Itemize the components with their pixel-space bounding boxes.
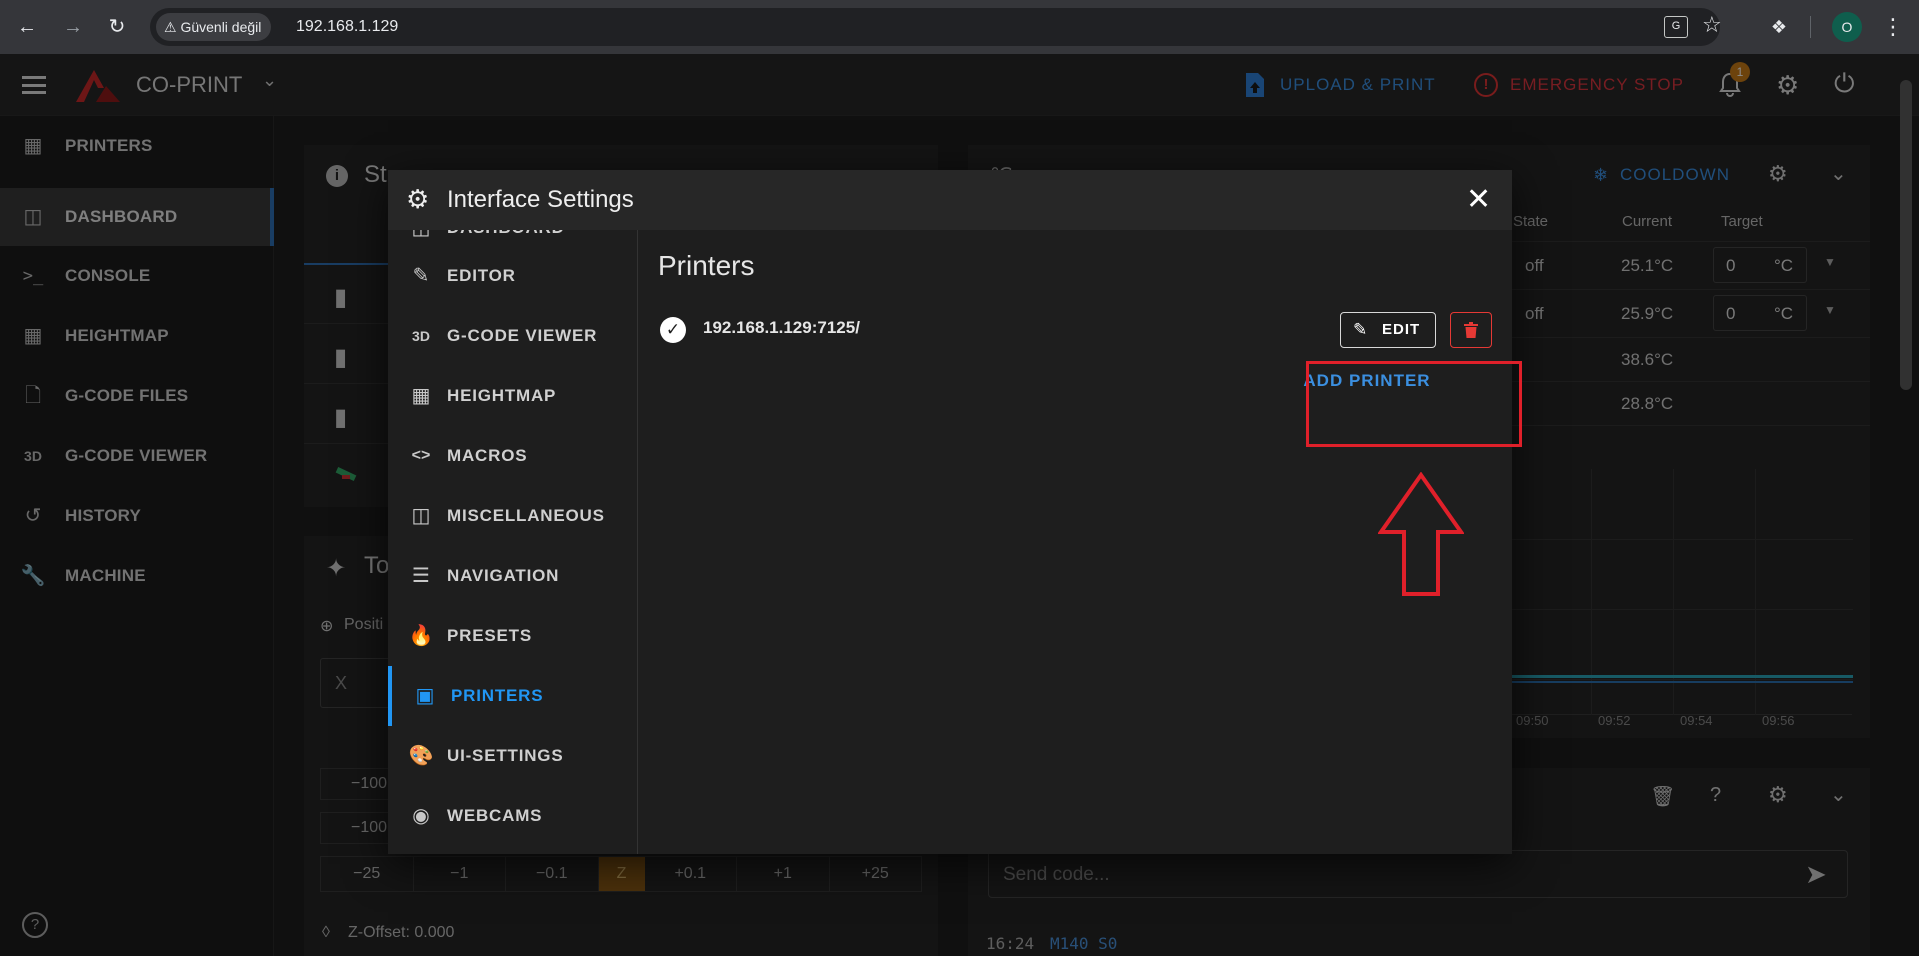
settings-nav-editor[interactable]: ✎ EDITOR	[388, 246, 637, 306]
settings-nav-label: UI-SETTINGS	[447, 746, 564, 765]
settings-nav-label: G-CODE VIEWER	[447, 326, 598, 345]
settings-nav-label: PRINTERS	[451, 686, 544, 705]
settings-nav-heightmap[interactable]: ▦ HEIGHTMAP	[388, 366, 637, 426]
settings-nav-presets[interactable]: 🔥 PRESETS	[388, 606, 637, 666]
grid-icon: ▦	[411, 385, 431, 407]
settings-cogs-icon: ⚙	[406, 184, 430, 214]
settings-nav-label: MISCELLANEOUS	[447, 506, 605, 525]
up-arrow-annotation-icon	[1378, 472, 1464, 596]
pencil-icon: ✎	[1353, 320, 1369, 339]
settings-nav-gcode-viewer[interactable]: 3D G-CODE VIEWER	[388, 306, 637, 366]
3d-icon: 3D	[412, 328, 430, 344]
printer-address[interactable]: 192.168.1.129:7125/	[703, 318, 860, 338]
address-bar[interactable]: ⚠ Güvenli değil 192.168.1.129 G ☆	[150, 8, 1722, 46]
code-icon: <>	[411, 447, 431, 464]
settings-nav-label: WEBCAMS	[447, 806, 543, 825]
settings-nav-macros[interactable]: <> MACROS	[388, 426, 637, 486]
interface-settings-dialog: ⚙ Interface Settings ✕ ◫ DASHBOARD ✎ EDI…	[388, 170, 1512, 854]
warning-icon: ⚠	[164, 19, 177, 35]
edit-printer-button[interactable]: ✎ EDIT	[1340, 312, 1436, 348]
edit-label: EDIT	[1382, 321, 1421, 338]
settings-nav: ◫ DASHBOARD ✎ EDITOR 3D G-CODE VIEWER ▦ …	[388, 230, 638, 854]
settings-nav-webcams[interactable]: ◉ WEBCAMS	[388, 786, 637, 846]
security-label: Güvenli değil	[180, 19, 262, 35]
security-chip[interactable]: ⚠ Güvenli değil	[156, 13, 272, 41]
reload-icon[interactable]: ↻	[102, 12, 132, 42]
section-title: Printers	[658, 250, 755, 281]
check-circle-icon: ✓	[660, 317, 686, 343]
url-text[interactable]: 192.168.1.129	[296, 8, 398, 46]
settings-nav-miscellaneous[interactable]: ◫ MISCELLANEOUS	[388, 486, 637, 546]
toolbar-divider	[1810, 16, 1811, 38]
settings-nav-printers[interactable]: ▣ PRINTERS	[388, 666, 637, 726]
browser-toolbar: ← → ↻ ⚠ Güvenli değil 192.168.1.129 G ☆ …	[0, 0, 1919, 54]
trash-icon	[1464, 322, 1478, 338]
profile-avatar[interactable]: O	[1832, 12, 1862, 42]
settings-nav-label: MACROS	[447, 446, 528, 465]
printer-icon: ▣	[415, 685, 435, 707]
highlight-box	[1306, 361, 1522, 447]
dialog-header: ⚙ Interface Settings ✕	[388, 170, 1512, 230]
fire-icon: 🔥	[408, 625, 434, 647]
delete-printer-button[interactable]	[1450, 312, 1492, 348]
dialog-title: Interface Settings	[447, 186, 634, 213]
back-arrow-icon[interactable]: ←	[12, 12, 42, 42]
settings-nav-label: NAVIGATION	[447, 566, 560, 585]
settings-nav-label: HEIGHTMAP	[447, 386, 557, 405]
browser-menu-icon[interactable]: ⋮	[1878, 12, 1908, 42]
settings-nav-ui-settings[interactable]: 🎨 UI-SETTINGS	[388, 726, 637, 786]
forward-arrow-icon[interactable]: →	[58, 12, 88, 42]
close-icon[interactable]: ✕	[1466, 182, 1491, 217]
settings-nav-label: PRESETS	[447, 626, 532, 645]
extensions-icon[interactable]: ❖	[1764, 12, 1794, 42]
menu-icon: ☰	[412, 565, 430, 587]
settings-nav-navigation[interactable]: ☰ NAVIGATION	[388, 546, 637, 606]
webcam-icon: ◉	[412, 805, 430, 827]
translate-icon[interactable]: G	[1664, 16, 1688, 38]
palette-icon: 🎨	[408, 745, 434, 767]
settings-nav-label: EDITOR	[447, 266, 516, 285]
edit-file-icon: ✎	[412, 265, 430, 287]
bookmark-star-icon[interactable]: ☆	[1702, 12, 1722, 38]
monitor-icon: ◫	[408, 230, 434, 240]
dashboard-icon: ◫	[411, 505, 431, 527]
